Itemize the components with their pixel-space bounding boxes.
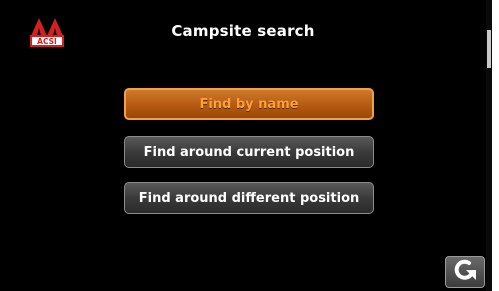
- find-around-current-position-button[interactable]: Find around current position: [124, 136, 374, 168]
- page-title: Campsite search: [171, 22, 315, 40]
- screen: ACSI Campsite search Find by name Find a…: [0, 0, 486, 291]
- scrollbar-thumb[interactable]: [487, 30, 491, 68]
- find-around-different-position-button[interactable]: Find around different position: [124, 182, 374, 214]
- find-around-current-position-label: Find around current position: [143, 144, 355, 160]
- back-button[interactable]: [445, 256, 485, 288]
- find-by-name-label: Find by name: [199, 96, 299, 112]
- find-by-name-button[interactable]: Find by name: [124, 88, 374, 120]
- find-around-different-position-label: Find around different position: [138, 190, 360, 206]
- back-arrow-icon: [452, 258, 478, 286]
